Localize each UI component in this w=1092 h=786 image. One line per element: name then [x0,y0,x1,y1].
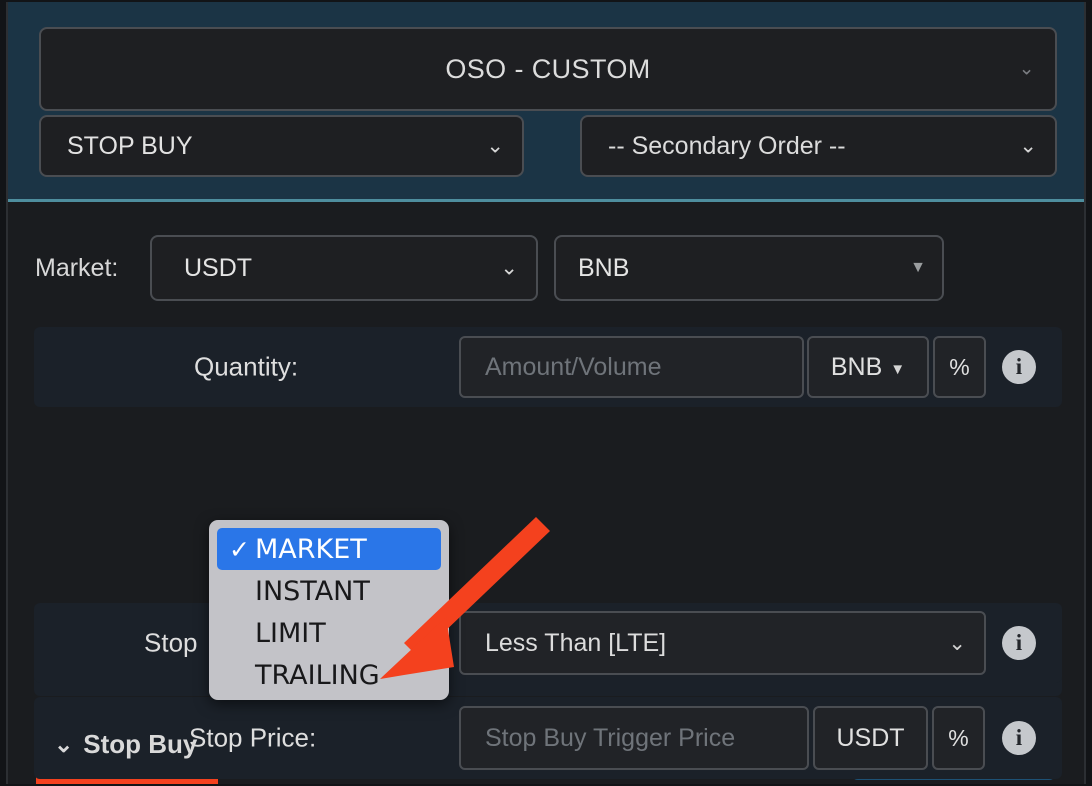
dropdown-option-label: INSTANT [255,575,370,607]
market-row: Market: USDT ⌄ BNB ▼ [8,232,1084,304]
triangle-down-icon: ▼ [890,360,906,378]
stop-buy-toggle-label: Stop Buy [83,729,198,759]
stop-condition-select[interactable]: Less Than [LTE] ⌄ [459,611,986,675]
chevron-down-icon: ⌄ [948,631,966,655]
order-form-panel: OSO - CUSTOM ⌄ STOP BUY ⌄ -- Secondary O… [6,2,1086,784]
triangle-down-icon: ▼ [910,259,926,276]
market-base-select[interactable]: USDT ⌄ [150,235,538,301]
stop-buy-toggle[interactable]: ⌄ Stop Buy [54,729,197,760]
strategy-select[interactable]: OSO - CUSTOM ⌄ [39,27,1057,111]
dropdown-option-label: LIMIT [255,617,326,649]
stop-condition-label: Stop [144,627,198,658]
quantity-unit-button[interactable]: BNB ▼ [807,336,929,398]
chevron-down-icon: ⌄ [54,731,74,757]
strategy-select-label: OSO - CUSTOM [445,53,651,84]
quantity-percent-button[interactable]: % [933,336,986,398]
market-base-value: USDT [184,253,253,282]
info-icon-glyph: i [1015,354,1023,379]
stop-price-percent-button[interactable]: % [932,706,985,770]
order-type-dropdown-menu[interactable]: ✓ MARKET INSTANT LIMIT TRAILING [209,520,449,700]
market-pair-select[interactable]: BNB ▼ [554,235,944,301]
stop-condition-value: Less Than [LTE] [485,628,667,657]
info-icon[interactable]: i [1002,721,1036,755]
form-body: Market: USDT ⌄ BNB ▼ Quantity: Amount/Vo… [8,205,1084,784]
dropdown-option-market[interactable]: ✓ MARKET [217,528,441,570]
chevron-down-icon: ⌄ [486,134,504,158]
stop-price-unit-button[interactable]: USDT [813,706,928,770]
quantity-placeholder: Amount/Volume [485,352,662,381]
secondary-order-label: -- Secondary Order -- [608,131,846,160]
stop-price-placeholder: Stop Buy Trigger Price [485,723,736,752]
info-icon[interactable]: i [1002,350,1036,384]
chevron-down-icon: ⌄ [1019,134,1037,158]
stop-price-unit-label: USDT [836,723,905,752]
chevron-down-icon: ⌄ [500,256,518,280]
primary-order-label: STOP BUY [67,131,193,160]
info-icon[interactable]: i [1002,626,1036,660]
dropdown-option-instant[interactable]: INSTANT [209,570,449,612]
check-icon: ✓ [229,534,250,564]
quantity-input[interactable]: Amount/Volume [459,336,804,398]
dropdown-option-limit[interactable]: LIMIT [209,612,449,654]
strategy-header: OSO - CUSTOM ⌄ STOP BUY ⌄ -- Secondary O… [8,2,1084,202]
chevron-down-icon: ⌄ [1018,58,1035,80]
market-label: Market: [35,253,119,282]
primary-order-select[interactable]: STOP BUY ⌄ [39,115,524,177]
quantity-label: Quantity: [194,351,299,382]
stop-price-label: Stop Price: [189,722,317,753]
percent-symbol: % [948,724,969,751]
info-icon-glyph: i [1015,725,1023,750]
dropdown-option-trailing[interactable]: TRAILING [209,654,449,696]
quantity-row: Quantity: Amount/Volume BNB ▼ % i [34,327,1062,407]
stop-price-input[interactable]: Stop Buy Trigger Price [459,706,809,770]
stop-condition-row: Stop Less Than [LTE] ⌄ i [34,603,1062,683]
info-icon-glyph: i [1015,630,1023,655]
percent-symbol: % [949,353,970,380]
secondary-order-select[interactable]: -- Secondary Order -- ⌄ [580,115,1057,177]
order-type-row: STOP BUY ⌄ -- Secondary Order -- ⌄ [39,115,1057,177]
quantity-unit-label: BNB [830,352,883,381]
dropdown-option-label: MARKET [255,533,367,565]
dropdown-option-label: TRAILING [255,659,380,691]
market-pair-value: BNB [578,253,630,282]
